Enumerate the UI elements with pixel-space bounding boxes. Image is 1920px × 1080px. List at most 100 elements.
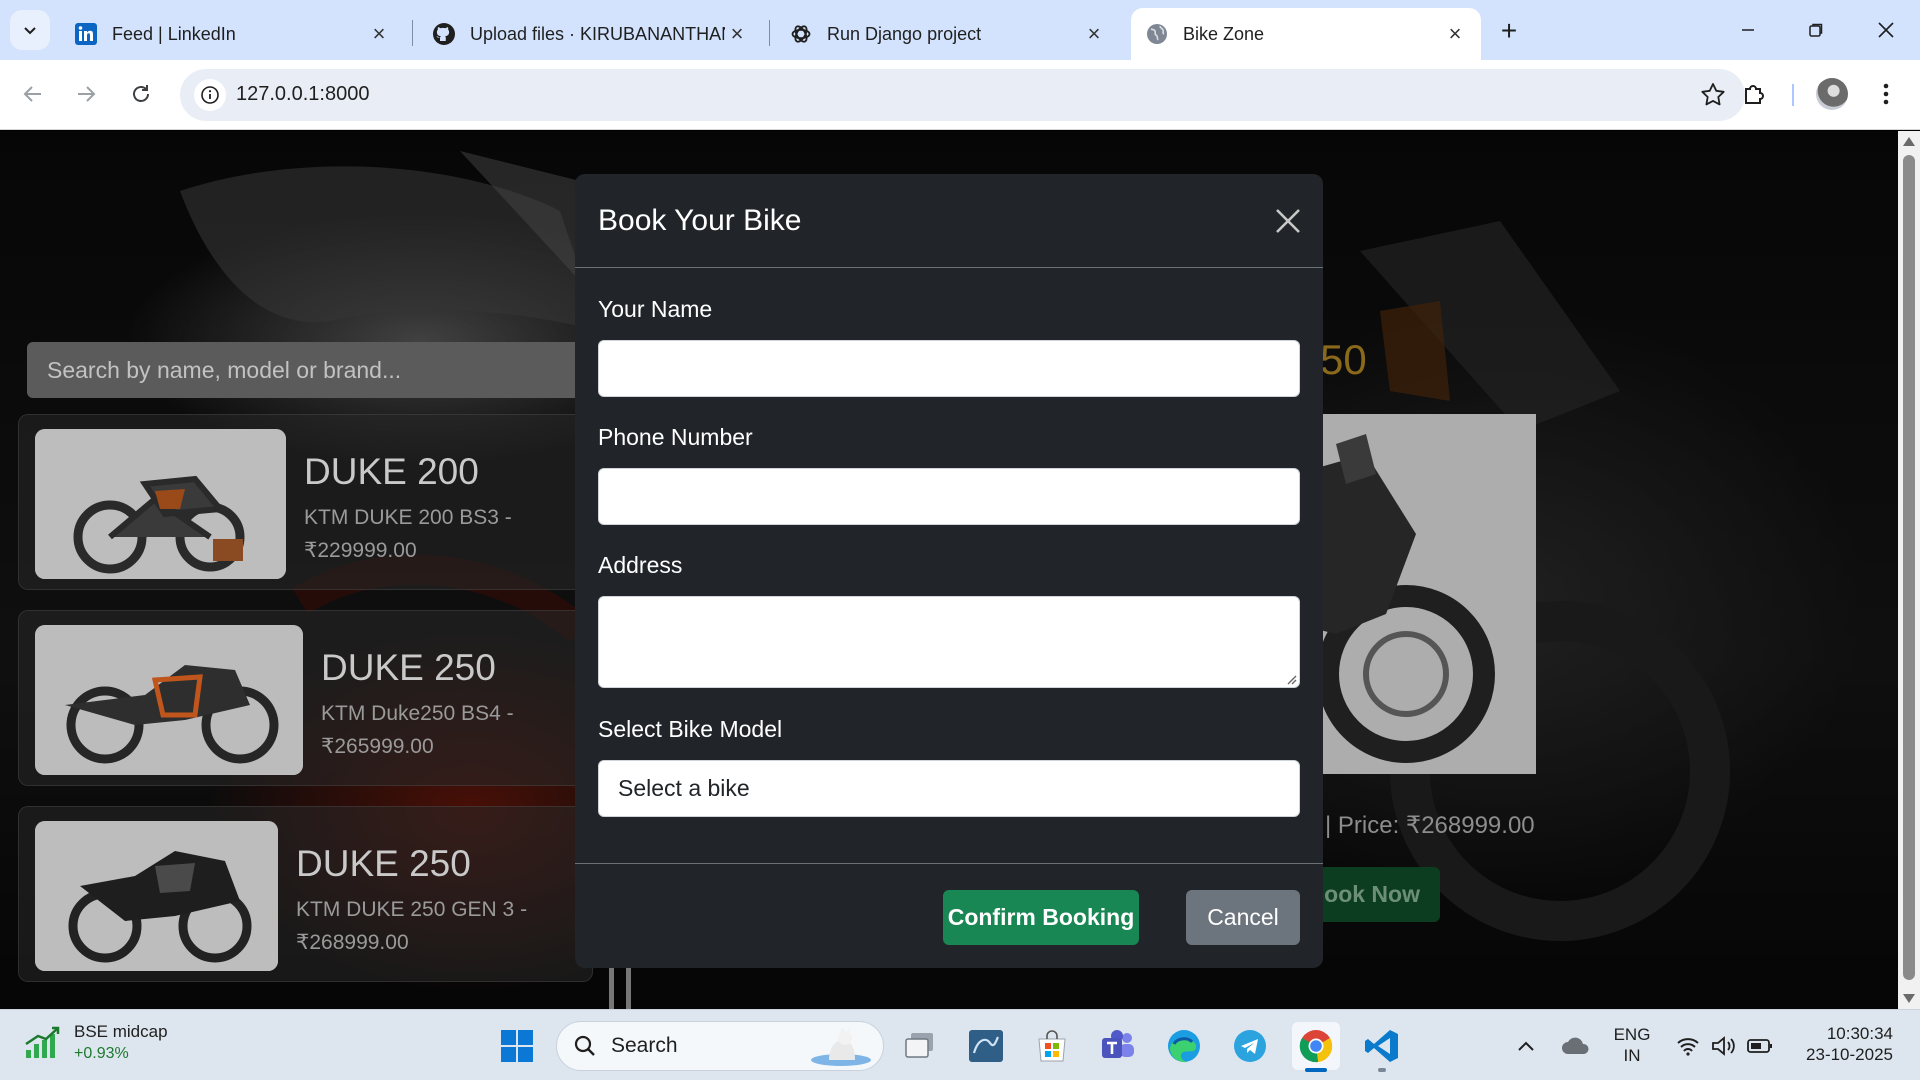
new-tab-button[interactable]: + bbox=[1492, 14, 1526, 48]
tab-title: Run Django project bbox=[827, 23, 982, 44]
hero-bike-price: | Price: ₹268999.00 bbox=[1325, 812, 1535, 839]
close-tab-icon[interactable]: × bbox=[367, 21, 391, 46]
close-modal-button[interactable] bbox=[1271, 204, 1305, 238]
toolbar-divider bbox=[1792, 84, 1794, 106]
close-icon bbox=[1878, 22, 1894, 38]
close-tab-icon[interactable]: × bbox=[1443, 21, 1467, 46]
tab-search-button[interactable] bbox=[10, 10, 50, 50]
task-view-button[interactable] bbox=[896, 1022, 944, 1070]
arrow-left-icon bbox=[23, 86, 41, 102]
taskbar-app-mysql[interactable] bbox=[962, 1022, 1010, 1070]
phone-input[interactable] bbox=[598, 468, 1300, 525]
scroll-down-icon[interactable] bbox=[1903, 994, 1915, 1003]
teams-icon bbox=[1102, 1030, 1134, 1058]
language-code: ENG bbox=[1613, 1025, 1651, 1044]
windows-taskbar: BSE midcap +0.93% Search ENG IN 10:30:34… bbox=[0, 1009, 1920, 1080]
restore-button[interactable] bbox=[1792, 10, 1840, 50]
modal-header: Book Your Bike bbox=[575, 174, 1323, 268]
tab-chatgpt[interactable]: Run Django project × bbox=[775, 8, 1120, 60]
taskbar-search[interactable]: Search bbox=[556, 1021, 884, 1071]
bookmark-star-icon[interactable] bbox=[1699, 81, 1727, 109]
tab-title: Feed | LinkedIn bbox=[112, 23, 236, 44]
close-window-button[interactable] bbox=[1862, 10, 1910, 50]
address-textarea[interactable] bbox=[598, 596, 1300, 688]
bike-description: KTM DUKE 200 BS3 - ₹229999.00 bbox=[304, 506, 512, 562]
taskbar-app-telegram[interactable] bbox=[1226, 1022, 1274, 1070]
reload-icon bbox=[133, 85, 149, 102]
url-text: 127.0.0.1:8000 bbox=[236, 83, 370, 105]
bike-name: DUKE 250 bbox=[321, 647, 496, 688]
start-button[interactable] bbox=[493, 1022, 541, 1070]
restore-icon bbox=[1809, 23, 1823, 37]
clock-time: 10:30:34 bbox=[1826, 1024, 1893, 1043]
widget-title: BSE midcap bbox=[74, 1022, 168, 1041]
motorcycle-photo bbox=[35, 429, 286, 579]
arrow-right-icon bbox=[78, 86, 96, 102]
bike-card[interactable]: DUKE 250 KTM Duke250 BS4 - ₹265999.00 bbox=[18, 610, 593, 786]
bike-model-label: Select Bike Model bbox=[598, 716, 783, 742]
phone-label: Phone Number bbox=[598, 424, 753, 450]
linkedin-icon bbox=[74, 22, 98, 46]
tab-linkedin[interactable]: Feed | LinkedIn × bbox=[60, 8, 405, 60]
market-widget[interactable]: BSE midcap +0.93% bbox=[24, 1022, 168, 1063]
page-scrollbar[interactable] bbox=[1898, 131, 1920, 1009]
hero-bike-image bbox=[1296, 414, 1536, 774]
tab-github[interactable]: Upload files · KIRUBANANTHAN × bbox=[418, 8, 763, 60]
back-button[interactable] bbox=[13, 74, 53, 114]
close-tab-icon[interactable]: × bbox=[725, 21, 749, 46]
reload-button[interactable] bbox=[121, 74, 161, 114]
cancel-button[interactable]: Cancel bbox=[1186, 890, 1300, 945]
tab-separator bbox=[769, 20, 770, 46]
profile-avatar[interactable] bbox=[1816, 78, 1848, 110]
browser-tabstrip: Feed | LinkedIn × Upload files · KIRUBAN… bbox=[0, 0, 1920, 60]
tab-title: Bike Zone bbox=[1183, 23, 1265, 44]
bike-model-selected: Select a bike bbox=[618, 775, 750, 801]
name-label: Your Name bbox=[598, 296, 713, 322]
minimize-icon bbox=[1742, 29, 1754, 31]
show-hidden-icons-button[interactable] bbox=[1512, 1032, 1540, 1060]
mysql-workbench-icon bbox=[969, 1030, 1003, 1062]
bike-card[interactable]: DUKE 200 KTM DUKE 200 BS3 - ₹229999.00 bbox=[18, 414, 593, 590]
taskbar-app-chrome[interactable] bbox=[1292, 1022, 1340, 1072]
browser-toolbar: 127.0.0.1:8000 bbox=[0, 60, 1920, 130]
telegram-icon bbox=[1234, 1030, 1266, 1062]
taskbar-app-vscode[interactable] bbox=[1358, 1022, 1406, 1072]
bike-model-select[interactable]: Select a bike bbox=[598, 760, 1300, 817]
browser-menu-button[interactable] bbox=[1868, 76, 1904, 112]
wifi-icon[interactable] bbox=[1674, 1032, 1702, 1060]
battery-icon[interactable] bbox=[1746, 1032, 1774, 1060]
language-indicator[interactable]: ENG IN bbox=[1612, 1024, 1652, 1066]
extensions-button[interactable] bbox=[1736, 76, 1772, 112]
address-label: Address bbox=[598, 552, 683, 578]
bike-card[interactable]: DUKE 250 KTM DUKE 250 GEN 3 - ₹268999.00 bbox=[18, 806, 593, 982]
scroll-up-icon[interactable] bbox=[1903, 137, 1915, 146]
name-input[interactable] bbox=[598, 340, 1300, 397]
scrollbar-thumb[interactable] bbox=[1903, 155, 1915, 980]
booking-modal: Book Your Bike Your Name Phone Number Ad… bbox=[575, 174, 1323, 968]
bike-search-input[interactable]: Search by name, model or brand... bbox=[27, 342, 587, 398]
tab-bike-zone[interactable]: Bike Zone × bbox=[1131, 8, 1481, 60]
forward-button[interactable] bbox=[66, 74, 106, 114]
github-icon bbox=[432, 22, 456, 46]
windows-logo-icon bbox=[501, 1030, 533, 1062]
volume-icon[interactable] bbox=[1710, 1032, 1738, 1060]
minimize-button[interactable] bbox=[1724, 10, 1772, 50]
confirm-booking-button[interactable]: Confirm Booking bbox=[943, 890, 1139, 945]
site-info-icon[interactable] bbox=[194, 79, 226, 111]
address-bar[interactable]: 127.0.0.1:8000 bbox=[180, 69, 1745, 121]
taskbar-app-edge[interactable] bbox=[1160, 1022, 1208, 1070]
taskbar-app-store[interactable] bbox=[1028, 1022, 1076, 1070]
onedrive-icon[interactable] bbox=[1559, 1032, 1593, 1060]
resize-grip-icon[interactable] bbox=[1285, 673, 1297, 685]
close-icon bbox=[1276, 209, 1300, 233]
motorcycle-photo bbox=[35, 821, 278, 971]
system-clock[interactable]: 10:30:34 23-10-2025 bbox=[1793, 1023, 1893, 1065]
taskbar-app-teams[interactable] bbox=[1094, 1022, 1142, 1070]
modal-title: Book Your Bike bbox=[598, 204, 802, 237]
close-tab-icon[interactable]: × bbox=[1082, 21, 1106, 46]
motorcycle-photo bbox=[35, 625, 303, 775]
widget-change: +0.93% bbox=[74, 1045, 129, 1062]
kebab-menu-icon bbox=[1883, 83, 1889, 105]
chevron-up-icon bbox=[1518, 1041, 1534, 1051]
chevron-down-icon bbox=[24, 27, 36, 35]
